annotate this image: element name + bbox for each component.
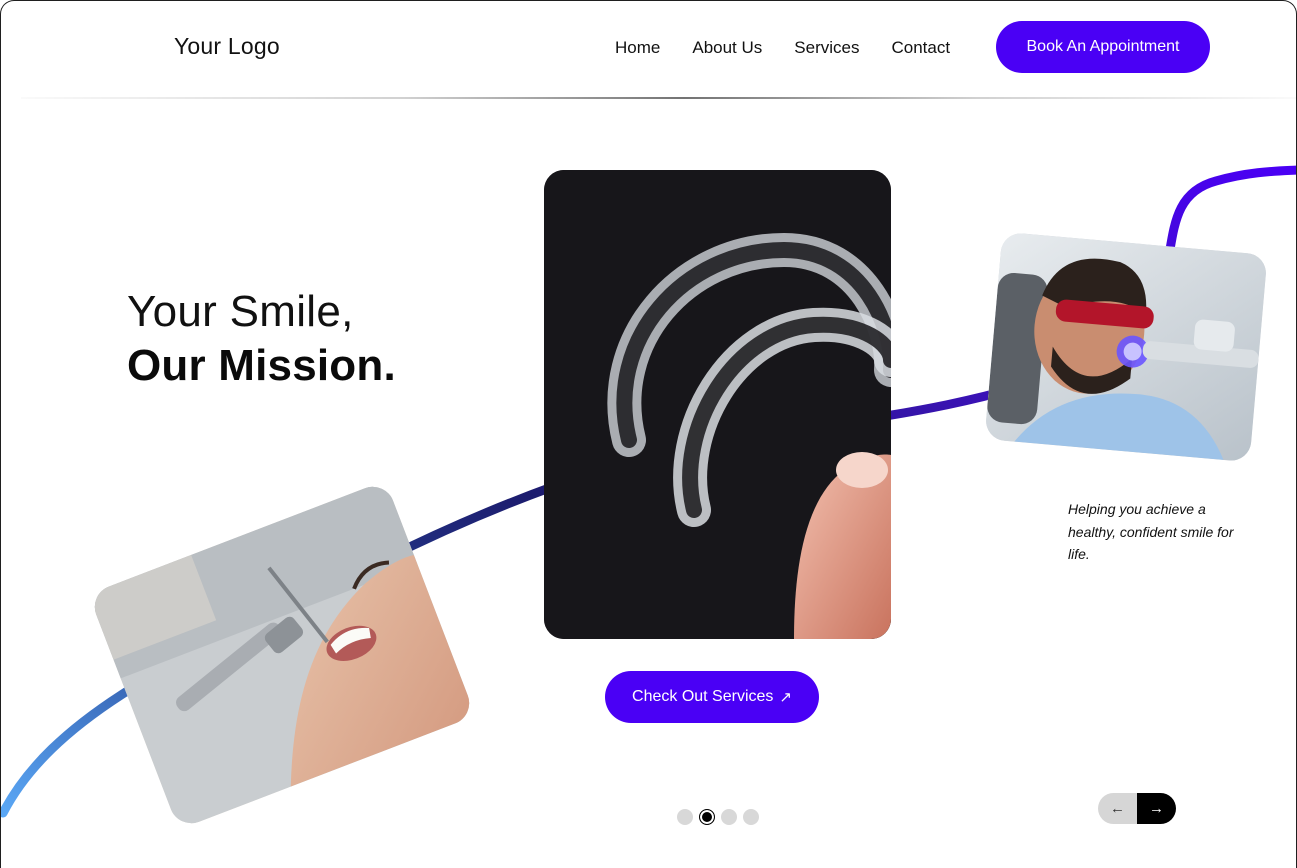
check-out-services-button[interactable]: Check Out Services ↗ — [605, 671, 819, 723]
carousel-dot-4[interactable] — [743, 809, 759, 825]
carousel-dot-3[interactable] — [721, 809, 737, 825]
hero-title-line2: Our Mission. — [127, 341, 396, 390]
teeth-whitening-illustration — [984, 231, 1268, 463]
tagline-text: Helping you achieve a healthy, confident… — [1068, 501, 1234, 562]
carousel-dot-2-active[interactable] — [699, 809, 715, 825]
arrow-left-icon: ← — [1110, 800, 1125, 817]
site-header: Your Logo Home About Us Services Contact… — [1, 1, 1296, 98]
dental-checkup-illustration — [88, 480, 476, 830]
nav-about-us[interactable]: About Us — [692, 38, 762, 58]
prev-slide-button[interactable]: ← — [1098, 793, 1137, 824]
arrow-up-right-icon: ↗ — [779, 689, 792, 706]
carousel-dot-1[interactable] — [677, 809, 693, 825]
logo[interactable]: Your Logo — [174, 33, 280, 60]
header-divider — [21, 97, 1296, 99]
clear-aligners-illustration — [544, 170, 891, 639]
arrow-right-icon: → — [1149, 800, 1164, 817]
hero-title-line1: Your Smile, — [127, 287, 354, 336]
carousel-arrows: ← → — [1098, 793, 1176, 824]
nav-contact[interactable]: Contact — [891, 38, 950, 58]
page-frame: Your Logo Home About Us Services Contact… — [0, 0, 1297, 868]
clear-aligners-image — [544, 170, 891, 639]
services-button-label: Check Out Services — [632, 688, 774, 705]
main-nav: Home About Us Services Contact — [615, 38, 950, 58]
teeth-whitening-image — [984, 231, 1268, 463]
nav-services[interactable]: Services — [794, 38, 859, 58]
book-appointment-button[interactable]: Book An Appointment — [996, 21, 1210, 73]
nav-home[interactable]: Home — [615, 38, 660, 58]
dental-checkup-image — [88, 480, 476, 830]
carousel-pagination — [677, 809, 759, 825]
next-slide-button[interactable]: → — [1137, 793, 1176, 824]
